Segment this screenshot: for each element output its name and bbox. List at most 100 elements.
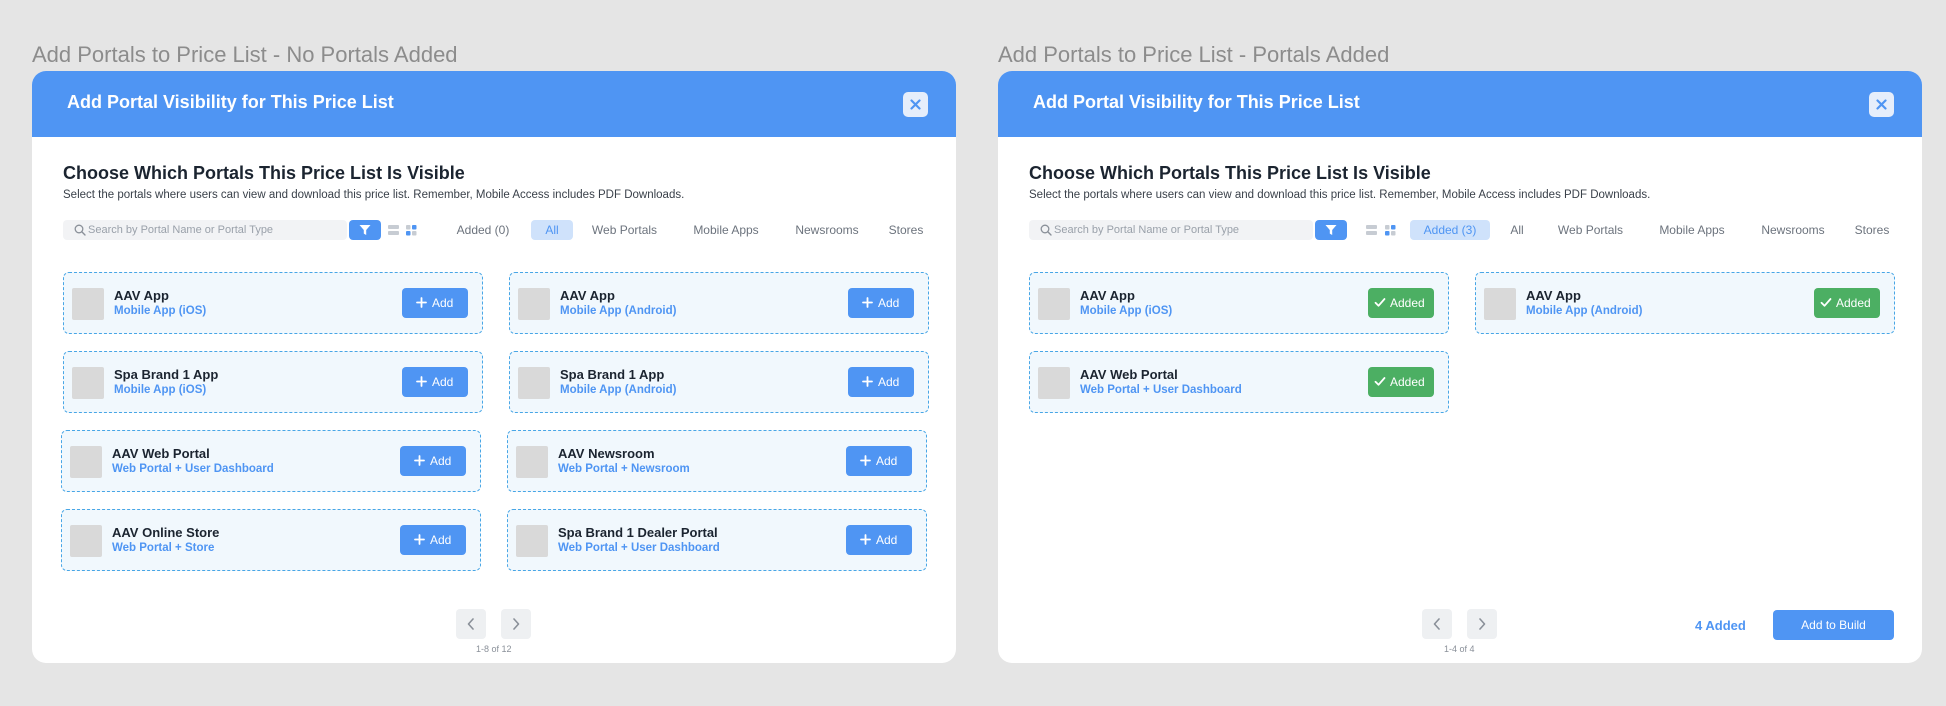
portal-name: AAV Web Portal bbox=[112, 446, 210, 461]
portal-type: Web Portal + Store bbox=[112, 542, 215, 554]
added-count: 4 Added bbox=[1695, 618, 1746, 633]
plus-icon bbox=[862, 376, 873, 387]
next-page-button[interactable] bbox=[501, 609, 531, 639]
portal-type: Mobile App (iOS) bbox=[114, 305, 207, 317]
search-input[interactable] bbox=[1054, 221, 1304, 239]
close-button[interactable] bbox=[903, 92, 928, 117]
add-button[interactable]: Add bbox=[848, 367, 914, 397]
portal-card: AAV Online Store Web Portal + Store Add bbox=[61, 509, 481, 571]
portal-type: Web Portal + User Dashboard bbox=[1080, 384, 1242, 396]
frame-title: Add Portals to Price List - No Portals A… bbox=[32, 42, 458, 67]
modal-title: Add Portal Visibility for This Price Lis… bbox=[1033, 92, 1360, 112]
list-view-icon[interactable] bbox=[1366, 225, 1377, 236]
add-to-build-button[interactable]: Add to Build bbox=[1773, 610, 1894, 640]
portal-type: Mobile App (iOS) bbox=[1080, 305, 1173, 317]
portal-card: AAV App Mobile App (Android) Add bbox=[509, 272, 929, 334]
section-heading: Choose Which Portals This Price List Is … bbox=[1029, 163, 1431, 183]
filter-tab-stores[interactable]: Stores bbox=[888, 220, 924, 240]
portal-visibility-modal: Add Portal Visibility for This Price Lis… bbox=[998, 71, 1922, 663]
plus-icon bbox=[862, 297, 873, 308]
add-button[interactable]: Add bbox=[402, 367, 468, 397]
next-page-button[interactable] bbox=[1467, 609, 1497, 639]
plus-icon bbox=[414, 455, 425, 466]
modal-header: Add Portal Visibility for This Price Lis… bbox=[32, 71, 956, 137]
filter-tab-mobile-apps[interactable]: Mobile Apps bbox=[1653, 220, 1731, 240]
search-input[interactable] bbox=[88, 221, 338, 239]
filter-tab-web-portals[interactable]: Web Portals bbox=[587, 220, 662, 240]
portal-thumbnail bbox=[70, 525, 102, 557]
pagination-text: 1-8 of 12 bbox=[476, 644, 512, 654]
add-button-label: Add bbox=[876, 533, 898, 547]
plus-icon bbox=[860, 534, 871, 545]
portal-thumbnail bbox=[518, 288, 550, 320]
filter-tab-newsrooms[interactable]: Newsrooms bbox=[791, 220, 863, 240]
portal-name: Spa Brand 1 Dealer Portal bbox=[558, 525, 718, 540]
portal-name: AAV App bbox=[114, 288, 169, 303]
add-button-label: Add bbox=[878, 375, 900, 389]
filter-button[interactable] bbox=[349, 220, 381, 240]
portal-thumbnail bbox=[70, 446, 102, 478]
portal-type: Mobile App (iOS) bbox=[114, 384, 207, 396]
checkmark-icon bbox=[1820, 298, 1832, 307]
portal-name: AAV App bbox=[560, 288, 615, 303]
added-button-label: Added bbox=[1836, 296, 1871, 310]
add-button[interactable]: Add bbox=[848, 288, 914, 318]
portal-type: Web Portal + User Dashboard bbox=[112, 463, 274, 475]
portal-thumbnail bbox=[72, 367, 104, 399]
portal-type: Mobile App (Android) bbox=[1526, 305, 1643, 317]
add-button[interactable]: Add bbox=[846, 525, 912, 555]
portal-thumbnail bbox=[1038, 288, 1070, 320]
add-button[interactable]: Add bbox=[400, 446, 466, 476]
chevron-right-icon bbox=[1479, 618, 1486, 630]
added-button[interactable]: Added bbox=[1368, 288, 1434, 318]
list-view-icon[interactable] bbox=[388, 225, 399, 236]
portal-name: AAV Web Portal bbox=[1080, 367, 1178, 382]
filter-tab-added[interactable]: Added (0) bbox=[452, 220, 514, 240]
add-button[interactable]: Add bbox=[402, 288, 468, 318]
previous-page-button[interactable] bbox=[1422, 609, 1452, 639]
portal-card: AAV App Mobile App (Android) Added bbox=[1475, 272, 1895, 334]
portal-type: Web Portal + User Dashboard bbox=[558, 542, 720, 554]
add-button[interactable]: Add bbox=[400, 525, 466, 555]
filter-tab-web-portals[interactable]: Web Portals bbox=[1553, 220, 1628, 240]
filter-tab-all[interactable]: All bbox=[1505, 220, 1529, 240]
portal-name: AAV App bbox=[1080, 288, 1135, 303]
filter-tab-all[interactable]: All bbox=[531, 220, 573, 240]
search-box bbox=[1029, 220, 1313, 240]
close-button[interactable] bbox=[1869, 92, 1894, 117]
chevron-left-icon bbox=[467, 618, 474, 630]
portal-type: Mobile App (Android) bbox=[560, 305, 677, 317]
filter-icon bbox=[359, 225, 371, 235]
filter-icon bbox=[1325, 225, 1337, 235]
portal-thumbnail bbox=[1484, 288, 1516, 320]
filter-tab-newsrooms[interactable]: Newsrooms bbox=[1757, 220, 1829, 240]
portal-thumbnail bbox=[516, 446, 548, 478]
section-subtitle: Select the portals where users can view … bbox=[1029, 189, 1651, 201]
portal-type: Mobile App (Android) bbox=[560, 384, 677, 396]
filter-tab-mobile-apps[interactable]: Mobile Apps bbox=[687, 220, 765, 240]
plus-icon bbox=[860, 455, 871, 466]
filter-tab-added[interactable]: Added (3) bbox=[1410, 220, 1490, 240]
portal-card: AAV Newsroom Web Portal + Newsroom Add bbox=[507, 430, 927, 492]
portal-type: Web Portal + Newsroom bbox=[558, 463, 690, 475]
close-icon bbox=[910, 99, 921, 110]
portal-thumbnail bbox=[1038, 367, 1070, 399]
plus-icon bbox=[414, 534, 425, 545]
filter-tab-stores[interactable]: Stores bbox=[1854, 220, 1890, 240]
previous-page-button[interactable] bbox=[456, 609, 486, 639]
modal-header: Add Portal Visibility for This Price Lis… bbox=[998, 71, 1922, 137]
section-heading: Choose Which Portals This Price List Is … bbox=[63, 163, 465, 183]
portal-card: Spa Brand 1 Dealer Portal Web Portal + U… bbox=[507, 509, 927, 571]
portal-name: Spa Brand 1 App bbox=[560, 367, 665, 382]
add-button[interactable]: Add bbox=[846, 446, 912, 476]
portal-card: AAV App Mobile App (iOS) Added bbox=[1029, 272, 1449, 334]
grid-view-icon[interactable] bbox=[406, 225, 417, 236]
filter-button[interactable] bbox=[1315, 220, 1347, 240]
added-button[interactable]: Added bbox=[1368, 367, 1434, 397]
portal-card: AAV App Mobile App (iOS) Add bbox=[63, 272, 483, 334]
grid-view-icon[interactable] bbox=[1385, 225, 1396, 236]
add-button-label: Add bbox=[430, 533, 452, 547]
added-button[interactable]: Added bbox=[1814, 288, 1880, 318]
portal-card: AAV Web Portal Web Portal + User Dashboa… bbox=[1029, 351, 1449, 413]
added-button-label: Added bbox=[1390, 375, 1425, 389]
